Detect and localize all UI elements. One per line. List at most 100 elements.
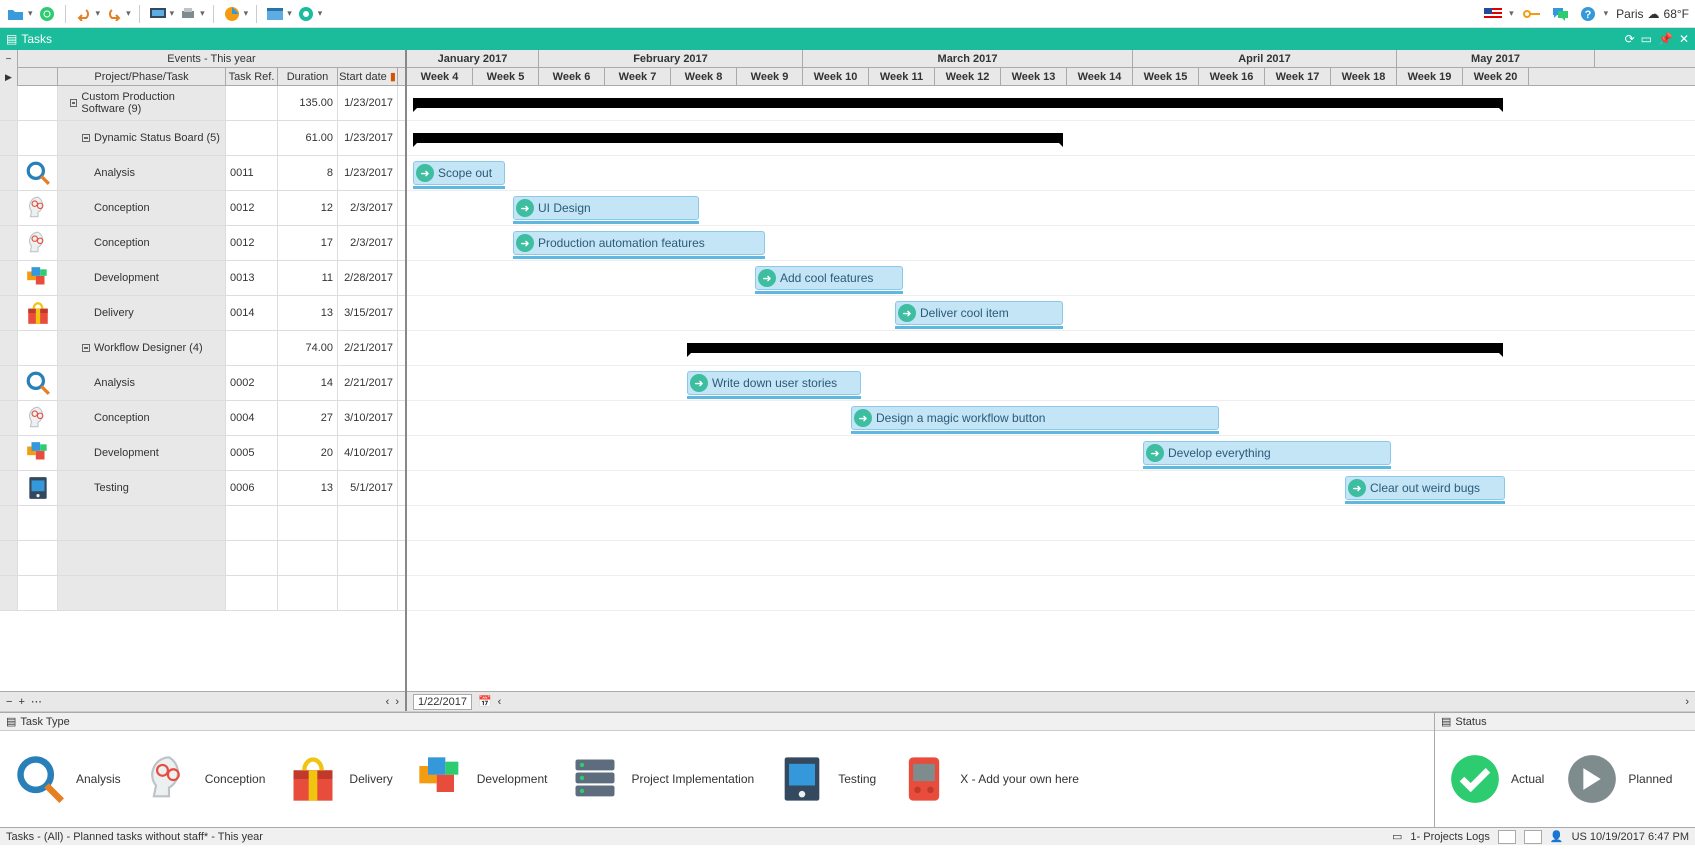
collapse-icon[interactable]: [70, 99, 77, 107]
grid-row[interactable]: Testing 0006 13 5/1/2017: [0, 471, 405, 506]
calendar-icon[interactable]: 📅: [478, 695, 492, 708]
date-nav[interactable]: 1/22/2017: [413, 694, 472, 710]
task-bar[interactable]: ➜Add cool features: [755, 266, 903, 290]
view-btn-2[interactable]: [1524, 830, 1542, 844]
status-center[interactable]: 1- Projects Logs: [1410, 831, 1489, 843]
task-bar[interactable]: ➜Develop everything: [1143, 441, 1391, 465]
legend-item-implementation[interactable]: Project Implementation: [567, 751, 754, 807]
help-icon[interactable]: ?: [1578, 4, 1598, 24]
grid-row[interactable]: Conception 0004 27 3/10/2017: [0, 401, 405, 436]
month-header[interactable]: February 2017: [539, 50, 803, 67]
task-bar[interactable]: ➜Scope out: [413, 161, 505, 185]
col-duration-header[interactable]: Duration: [278, 68, 338, 85]
task-bar[interactable]: ➜Production automation features: [513, 231, 765, 255]
gantt-body[interactable]: ➜Scope out ➜UI Design ➜Production automati…: [407, 86, 1695, 691]
month-header[interactable]: January 2017: [407, 50, 539, 67]
week-header[interactable]: Week 10: [803, 68, 869, 86]
grid-row[interactable]: Development 0013 11 2/28/2017: [0, 261, 405, 296]
month-header[interactable]: March 2017: [803, 50, 1133, 67]
dots-button[interactable]: ⋯: [31, 695, 42, 708]
grid-row[interactable]: Analysis 0002 14 2/21/2017: [0, 366, 405, 401]
week-header[interactable]: Week 17: [1265, 68, 1331, 86]
week-header[interactable]: Week 19: [1397, 68, 1463, 86]
week-header[interactable]: Week 8: [671, 68, 737, 86]
row-start: 4/10/2017: [338, 436, 398, 470]
week-header[interactable]: Week 15: [1133, 68, 1199, 86]
week-header[interactable]: Week 13: [1001, 68, 1067, 86]
grid-row[interactable]: Analysis 0011 8 1/23/2017: [0, 156, 405, 191]
legend-item-analysis[interactable]: Analysis: [12, 751, 121, 807]
grid-row[interactable]: Workflow Designer (4) 74.00 2/21/2017: [0, 331, 405, 366]
month-header[interactable]: April 2017: [1133, 50, 1397, 67]
nav-prev-icon[interactable]: ‹: [498, 696, 502, 708]
week-header[interactable]: Week 20: [1463, 68, 1529, 86]
refresh-button[interactable]: [37, 4, 57, 24]
col-icon-header[interactable]: [18, 68, 58, 85]
plus-button[interactable]: +: [18, 696, 24, 708]
grid-row[interactable]: Custom Production Software (9) 135.00 1/…: [0, 86, 405, 121]
legend-item-addown[interactable]: X - Add your own here: [896, 751, 1079, 807]
collapse-icon[interactable]: [82, 344, 90, 352]
col-ref-header[interactable]: Task Ref.: [226, 68, 278, 85]
week-header[interactable]: Week 7: [605, 68, 671, 86]
legend-item-conception[interactable]: Conception: [141, 751, 266, 807]
minus-button[interactable]: −: [6, 696, 12, 708]
print-button[interactable]: [178, 4, 198, 24]
filter-button[interactable]: [296, 4, 316, 24]
user-icon[interactable]: 👤: [1550, 830, 1564, 843]
task-bar[interactable]: ➜Write down user stories: [687, 371, 861, 395]
display-button[interactable]: [148, 4, 168, 24]
grid-row[interactable]: Conception 0012 17 2/3/2017: [0, 226, 405, 261]
task-bar[interactable]: ➜Clear out weird bugs: [1345, 476, 1505, 500]
legend-item-development[interactable]: Development: [413, 751, 548, 807]
window-button[interactable]: [265, 4, 285, 24]
pin-icon[interactable]: 📌: [1658, 32, 1673, 46]
week-header[interactable]: Week 5: [473, 68, 539, 86]
screen-icon[interactable]: ▭: [1641, 32, 1652, 46]
week-header[interactable]: Week 11: [869, 68, 935, 86]
undo-button[interactable]: [74, 4, 94, 24]
redo-button[interactable]: [104, 4, 124, 24]
summary-bar[interactable]: [413, 133, 1063, 143]
week-header[interactable]: Week 4: [407, 68, 473, 86]
open-folder-button[interactable]: [6, 4, 26, 24]
week-header[interactable]: Week 9: [737, 68, 803, 86]
grid-row[interactable]: Delivery 0014 13 3/15/2017: [0, 296, 405, 331]
summary-bar[interactable]: [687, 343, 1503, 353]
scroll-right-icon[interactable]: ›: [395, 696, 399, 708]
screen-small-icon[interactable]: ▭: [1392, 830, 1402, 843]
task-bar[interactable]: ➜UI Design: [513, 196, 699, 220]
week-header[interactable]: Week 6: [539, 68, 605, 86]
collapse-all-icon[interactable]: −: [6, 54, 12, 65]
close-icon[interactable]: ✕: [1679, 32, 1689, 46]
grid-row[interactable]: Dynamic Status Board (5) 61.00 1/23/2017: [0, 121, 405, 156]
legend-status-actual[interactable]: Actual: [1447, 751, 1544, 807]
view-btn-1[interactable]: [1498, 830, 1516, 844]
collapse-icon[interactable]: [82, 134, 90, 142]
week-header[interactable]: Week 14: [1067, 68, 1133, 86]
summary-bar[interactable]: [413, 98, 1503, 108]
chat-icon[interactable]: [1550, 4, 1570, 24]
month-header[interactable]: May 2017: [1397, 50, 1595, 67]
nav-next-icon[interactable]: ›: [1685, 696, 1689, 708]
scroll-left-icon[interactable]: ‹: [386, 696, 390, 708]
legend-item-delivery[interactable]: Delivery: [285, 751, 392, 807]
col-name-header[interactable]: Project/Phase/Task: [58, 68, 226, 85]
legend-item-testing[interactable]: Testing: [774, 751, 876, 807]
col-start-header[interactable]: Start date ▮: [338, 68, 398, 85]
week-header[interactable]: Week 18: [1331, 68, 1397, 86]
legend-status-planned[interactable]: Planned: [1564, 751, 1672, 807]
flag-us-icon[interactable]: [1483, 4, 1503, 24]
week-header[interactable]: Week 12: [935, 68, 1001, 86]
chart-button[interactable]: [222, 4, 242, 24]
task-bar[interactable]: ➜Design a magic workflow button: [851, 406, 1219, 430]
grid-row[interactable]: Conception 0012 12 2/3/2017: [0, 191, 405, 226]
week-header[interactable]: Week 16: [1199, 68, 1265, 86]
grid-row[interactable]: Development 0005 20 4/10/2017: [0, 436, 405, 471]
arrow-right-icon: ➜: [516, 199, 534, 217]
row-marker-icon[interactable]: ▶: [5, 72, 12, 83]
key-icon[interactable]: [1522, 4, 1542, 24]
refresh-window-icon[interactable]: ⟳: [1625, 32, 1635, 46]
task-bar[interactable]: ➜Deliver cool item: [895, 301, 1063, 325]
dropdown-icon[interactable]: ▾: [28, 8, 33, 19]
